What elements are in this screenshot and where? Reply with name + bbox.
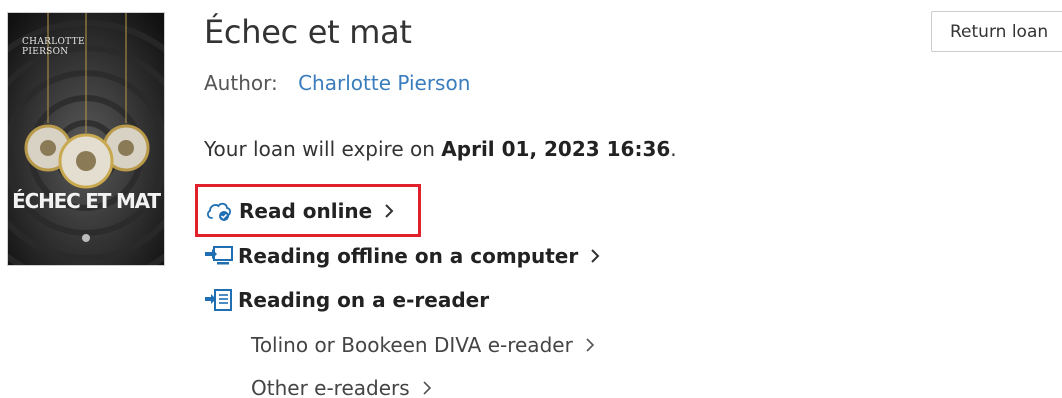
reading-ereader-label: Reading on a e-reader <box>238 288 490 312</box>
other-ereaders-option[interactable]: Other e-readers <box>251 372 432 398</box>
book-title: Échec et mat <box>204 13 412 51</box>
expiry-prefix: Your loan will expire on <box>204 137 442 161</box>
read-online-option[interactable]: Read online <box>195 184 421 237</box>
reading-offline-computer-option[interactable]: Reading offline on a computer <box>204 240 600 272</box>
expiry-date: April 01, 2023 16:36 <box>441 137 671 161</box>
other-ereaders-label: Other e-readers <box>251 376 410 398</box>
expiry-suffix: . <box>670 137 677 161</box>
chevron-right-icon <box>422 380 432 396</box>
reading-ereader-option: Reading on a e-reader <box>204 284 489 316</box>
tolino-bookeen-label: Tolino or Bookeen DIVA e-reader <box>251 333 573 357</box>
chevron-right-icon <box>384 203 394 219</box>
cloud-icon <box>205 198 239 224</box>
ereader-icon <box>204 287 238 313</box>
loan-expiry-text: Your loan will expire on April 01, 2023 … <box>204 137 677 161</box>
chevron-right-icon <box>590 248 600 264</box>
author-row: Author: Charlotte Pierson <box>204 71 470 95</box>
cover-title-text: ÉCHEC ET MAT <box>12 189 161 213</box>
book-cover: CHARLOTTE PIERSON ÉCHEC ET MAT <box>7 12 165 266</box>
reading-offline-label: Reading offline on a computer <box>238 244 579 268</box>
computer-download-icon <box>204 243 238 269</box>
author-label: Author: <box>204 71 278 95</box>
tolino-bookeen-option[interactable]: Tolino or Bookeen DIVA e-reader <box>251 329 595 361</box>
chevron-right-icon <box>585 337 595 353</box>
author-link[interactable]: Charlotte Pierson <box>298 71 470 95</box>
cover-author-text: CHARLOTTE PIERSON <box>22 37 85 57</box>
return-loan-button[interactable]: Return loan <box>931 11 1062 52</box>
read-online-label: Read online <box>239 198 373 223</box>
